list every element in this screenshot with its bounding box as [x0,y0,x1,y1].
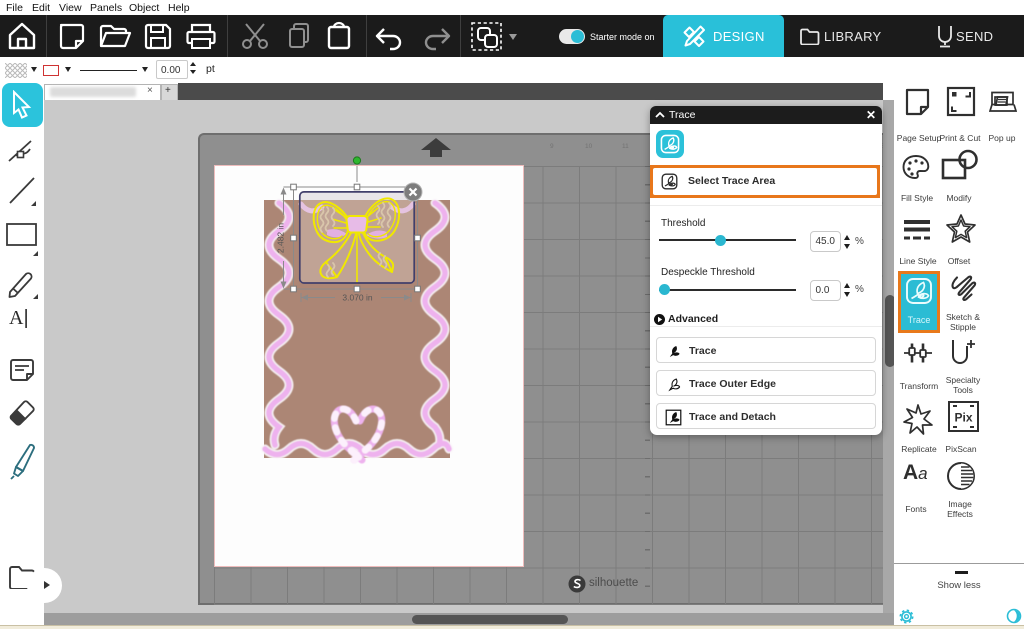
svg-text:2.482 in: 2.482 in [276,223,286,254]
svg-text:3.070 in: 3.070 in [342,293,373,303]
svg-text:Pix: Pix [954,411,972,425]
